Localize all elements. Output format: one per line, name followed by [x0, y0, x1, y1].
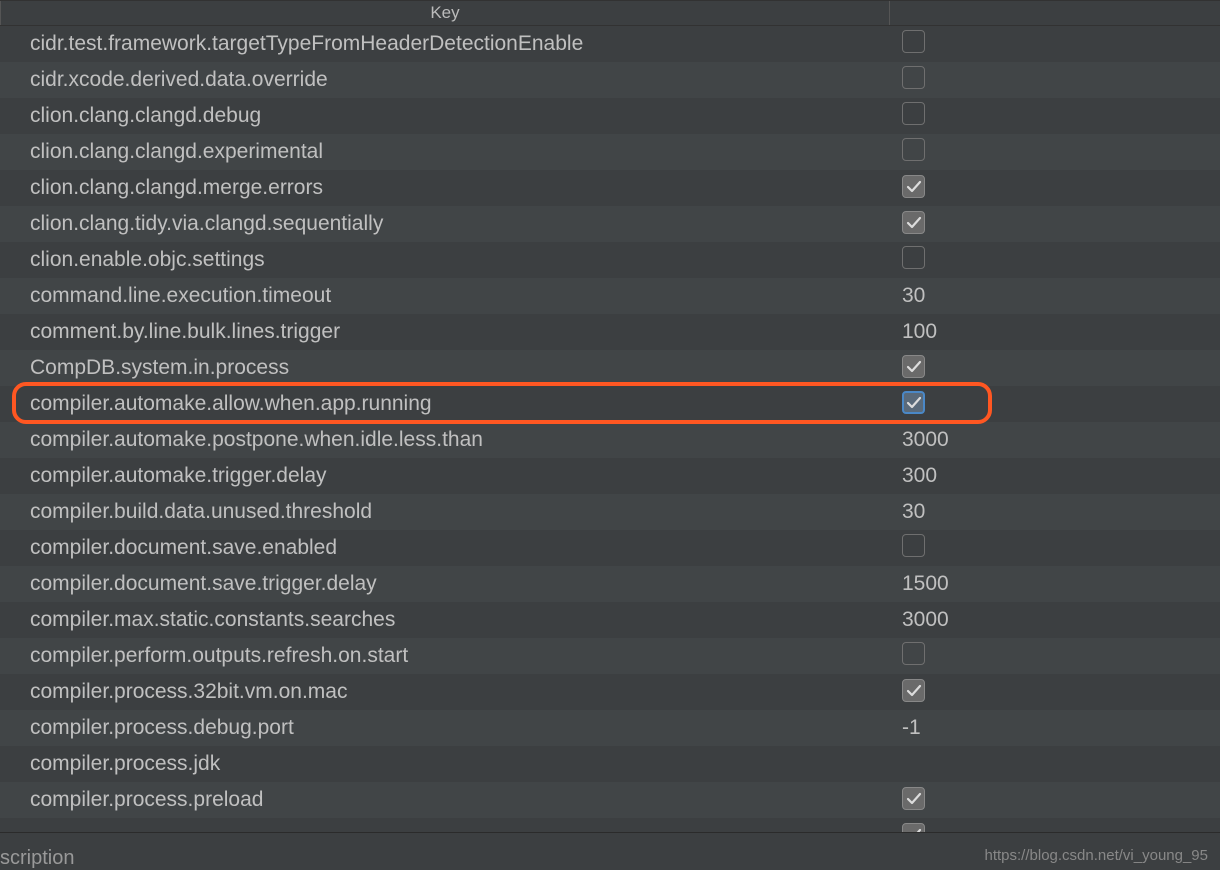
- registry-value-cell[interactable]: 30: [890, 284, 1220, 308]
- checkbox[interactable]: [902, 246, 925, 269]
- table-row[interactable]: CompDB.system.in.process: [0, 350, 1220, 386]
- table-row[interactable]: clion.clang.tidy.via.clangd.sequentially: [0, 206, 1220, 242]
- registry-value-cell[interactable]: [890, 30, 1220, 59]
- registry-value-cell[interactable]: [890, 66, 1220, 95]
- table-row[interactable]: clion.clang.clangd.merge.errors: [0, 170, 1220, 206]
- registry-key: compiler.build.data.unused.threshold: [0, 500, 890, 524]
- registry-value-cell[interactable]: 3000: [890, 608, 1220, 632]
- registry-key: CompDB.system.in.process: [0, 356, 890, 380]
- checkbox[interactable]: [902, 175, 925, 198]
- table-row[interactable]: compiler.process.32bit.vm.on.mac: [0, 674, 1220, 710]
- description-label-fragment: scription: [0, 847, 74, 870]
- registry-value-cell[interactable]: [890, 642, 1220, 671]
- table-row[interactable]: cidr.test.framework.targetTypeFromHeader…: [0, 26, 1220, 62]
- checkbox[interactable]: [902, 679, 925, 702]
- registry-key: compiler.automake.postpone.when.idle.les…: [0, 428, 890, 452]
- registry-value-cell[interactable]: [890, 679, 1220, 705]
- description-panel: scription https://blog.csdn.net/vi_young…: [0, 832, 1220, 870]
- registry-value-cell[interactable]: -1: [890, 716, 1220, 740]
- registry-value-text[interactable]: -1: [902, 716, 921, 739]
- registry-key: compiler.max.static.constants.searches: [0, 608, 890, 632]
- checkbox[interactable]: [902, 30, 925, 53]
- table-row[interactable]: cidr.xcode.derived.data.override: [0, 62, 1220, 98]
- checkbox[interactable]: [902, 211, 925, 234]
- table-row[interactable]: compiler.process.jdk: [0, 746, 1220, 782]
- registry-value-text[interactable]: 100: [902, 320, 937, 343]
- table-row[interactable]: compiler.perform.outputs.refresh.on.star…: [0, 638, 1220, 674]
- registry-key: compiler.automake.trigger.delay: [0, 464, 890, 488]
- table-row[interactable]: clion.enable.objc.settings: [0, 242, 1220, 278]
- registry-value-cell[interactable]: [890, 787, 1220, 813]
- table-row[interactable]: compiler.automake.allow.when.app.running: [0, 386, 1220, 422]
- registry-value-cell[interactable]: [890, 391, 1220, 417]
- table-row[interactable]: compiler.max.static.constants.searches 30…: [0, 602, 1220, 638]
- table-body: cidr.test.framework.targetTypeFromHeader…: [0, 26, 1220, 854]
- registry-key: compiler.document.save.trigger.delay: [0, 572, 890, 596]
- table-row[interactable]: comment.by.line.bulk.lines.trigger 100: [0, 314, 1220, 350]
- registry-key: comment.by.line.bulk.lines.trigger: [0, 320, 890, 344]
- registry-key: clion.clang.clangd.debug: [0, 104, 890, 128]
- registry-value-cell[interactable]: 100: [890, 320, 1220, 344]
- registry-key: cidr.test.framework.targetTypeFromHeader…: [0, 32, 890, 56]
- checkbox[interactable]: [902, 66, 925, 89]
- registry-value-text[interactable]: 300: [902, 464, 937, 487]
- checkbox[interactable]: [902, 138, 925, 161]
- registry-key: clion.enable.objc.settings: [0, 248, 890, 272]
- registry-value-cell[interactable]: [890, 355, 1220, 381]
- table-row[interactable]: compiler.automake.postpone.when.idle.les…: [0, 422, 1220, 458]
- table-header: Key: [0, 0, 1220, 26]
- registry-key: compiler.process.preload: [0, 788, 890, 812]
- registry-key: compiler.automake.allow.when.app.running: [0, 392, 890, 416]
- registry-key: cidr.xcode.derived.data.override: [0, 68, 890, 92]
- registry-key: clion.clang.clangd.merge.errors: [0, 176, 890, 200]
- registry-value-text[interactable]: 3000: [902, 428, 949, 451]
- registry-key: compiler.document.save.enabled: [0, 536, 890, 560]
- checkbox[interactable]: [902, 391, 925, 414]
- checkbox[interactable]: [902, 642, 925, 665]
- registry-value-cell[interactable]: [890, 211, 1220, 237]
- registry-table: Key cidr.test.framework.targetTypeFromHe…: [0, 0, 1220, 870]
- registry-key: compiler.process.debug.port: [0, 716, 890, 740]
- registry-key: compiler.perform.outputs.refresh.on.star…: [0, 644, 890, 668]
- table-row[interactable]: compiler.process.preload: [0, 782, 1220, 818]
- registry-value-text[interactable]: 1500: [902, 572, 949, 595]
- registry-key: compiler.process.32bit.vm.on.mac: [0, 680, 890, 704]
- registry-key: clion.clang.clangd.experimental: [0, 140, 890, 164]
- registry-value-cell[interactable]: 300: [890, 464, 1220, 488]
- registry-value-text[interactable]: 30: [902, 284, 925, 307]
- registry-value-cell[interactable]: [890, 534, 1220, 563]
- registry-value-cell[interactable]: [890, 102, 1220, 131]
- table-row[interactable]: clion.clang.clangd.experimental: [0, 134, 1220, 170]
- table-row[interactable]: compiler.document.save.enabled: [0, 530, 1220, 566]
- checkbox[interactable]: [902, 534, 925, 557]
- checkbox[interactable]: [902, 355, 925, 378]
- checkbox[interactable]: [902, 787, 925, 810]
- registry-key: clion.clang.tidy.via.clangd.sequentially: [0, 212, 890, 236]
- registry-key: command.line.execution.timeout: [0, 284, 890, 308]
- table-row[interactable]: compiler.build.data.unused.threshold 30: [0, 494, 1220, 530]
- registry-value-cell[interactable]: [890, 138, 1220, 167]
- registry-value-cell[interactable]: 1500: [890, 572, 1220, 596]
- table-row[interactable]: compiler.document.save.trigger.delay 1500: [0, 566, 1220, 602]
- registry-value-text[interactable]: 3000: [902, 608, 949, 631]
- table-row[interactable]: compiler.automake.trigger.delay 300: [0, 458, 1220, 494]
- table-row[interactable]: command.line.execution.timeout 30: [0, 278, 1220, 314]
- table-row[interactable]: clion.clang.clangd.debug: [0, 98, 1220, 134]
- registry-key: compiler.process.jdk: [0, 752, 890, 776]
- watermark-text: https://blog.csdn.net/vi_young_95: [985, 847, 1209, 864]
- registry-value-cell[interactable]: 30: [890, 500, 1220, 524]
- column-header-key[interactable]: Key: [0, 1, 890, 25]
- registry-value-cell[interactable]: [890, 246, 1220, 275]
- table-row[interactable]: compiler.process.debug.port -1: [0, 710, 1220, 746]
- registry-value-cell[interactable]: [890, 175, 1220, 201]
- registry-value-text[interactable]: 30: [902, 500, 925, 523]
- checkbox[interactable]: [902, 102, 925, 125]
- registry-value-cell[interactable]: 3000: [890, 428, 1220, 452]
